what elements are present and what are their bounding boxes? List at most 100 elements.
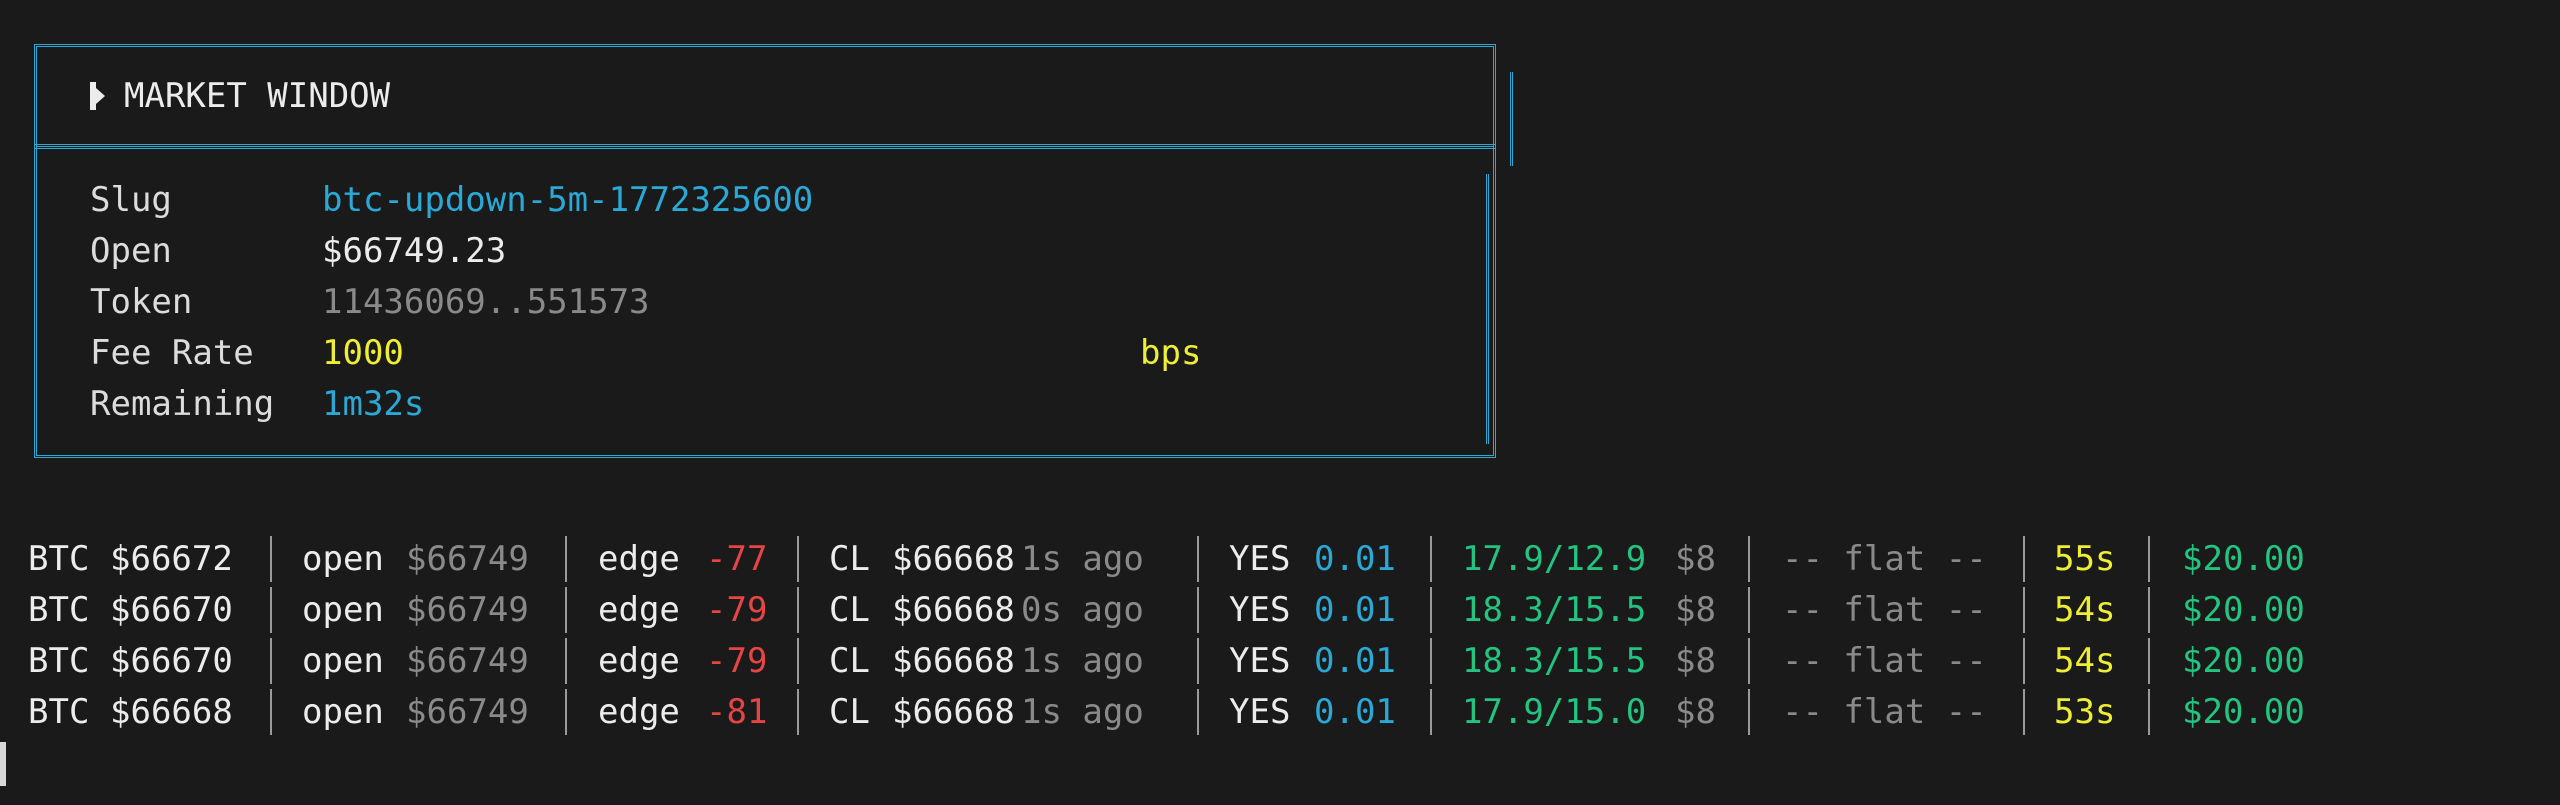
edge-label: edge [598,641,680,681]
signal-text: -- flat -- [1782,641,1987,681]
log-row: BTC $66668 open $66749 edge -81 CL $66668 1s ago… [0,687,2560,738]
cl-price: $66668 [892,641,1015,681]
column-separator [797,587,799,633]
btc-price: $66668 [110,692,233,732]
field-label: Fee Rate [90,333,254,373]
btc-price: $66672 [110,539,233,579]
open-price: $66749 [406,692,529,732]
edge-value: -81 [706,692,768,732]
edge-value: -79 [706,641,768,681]
terminal-cursor [0,742,6,786]
cl-age: 0s ago [1021,590,1144,630]
ratio-value: 18.3/15.5 [1462,641,1647,681]
countdown-value: 54s [2054,590,2116,630]
column-separator [2148,638,2150,684]
column-separator [1197,638,1199,684]
edge-label: edge [598,539,680,579]
panel-edge-glyph [1510,72,1519,166]
edge-value: -77 [706,539,768,579]
column-separator [1430,587,1432,633]
edge-label: edge [598,590,680,630]
fee-rate-unit: bps [1140,333,1202,373]
open-value: $66749.23 [322,231,507,271]
remaining-value: 1m32s [322,384,425,424]
column-separator [2148,587,2150,633]
open-label: open [302,590,384,630]
column-separator [270,536,272,582]
log-row: BTC $66670 open $66749 edge -79 CL $66668 0s ago… [0,585,2560,636]
field-row-token: Token 11436069..551573 [90,280,650,324]
btc-label: BTC [28,539,90,579]
field-row-fee-rate: Fee Rate 1000 bps [90,331,1390,375]
panel-title-text: MARKET WINDOW [124,76,391,116]
stake-value: $8 [1675,641,1716,681]
panel-edge-glyph [1486,174,1495,444]
ratio-value: 17.9/12.9 [1462,539,1647,579]
cl-age: 1s ago [1021,641,1144,681]
column-separator [797,689,799,735]
cl-label: CL [829,590,870,630]
column-separator [1748,536,1750,582]
side-price: 0.01 [1314,692,1396,732]
column-separator [797,638,799,684]
column-separator [1430,536,1432,582]
balance-value: $20.00 [2182,590,2305,630]
column-separator [1197,536,1199,582]
field-row-remaining: Remaining 1m32s [90,382,424,426]
column-separator [565,587,567,633]
side-label: YES [1229,692,1291,732]
column-separator [2023,536,2025,582]
field-label: Remaining [90,384,275,424]
countdown-value: 55s [2054,539,2116,579]
cl-price: $66668 [892,590,1015,630]
play-marker-icon [90,80,105,112]
cl-age: 1s ago [1021,539,1144,579]
side-price: 0.01 [1314,539,1396,579]
cl-label: CL [829,539,870,579]
panel-title: MARKET WINDOW [90,76,390,116]
cl-price: $66668 [892,539,1015,579]
column-separator [2148,536,2150,582]
column-separator [270,587,272,633]
stake-value: $8 [1675,590,1716,630]
countdown-value: 54s [2054,641,2116,681]
cl-label: CL [829,692,870,732]
signal-text: -- flat -- [1782,590,1987,630]
column-separator [2023,587,2025,633]
stake-value: $8 [1675,692,1716,732]
ratio-value: 18.3/15.5 [1462,590,1647,630]
open-label: open [302,641,384,681]
field-label: Open [90,231,172,271]
btc-price: $66670 [110,641,233,681]
fee-rate-value: 1000 [322,333,404,373]
column-separator [1430,638,1432,684]
btc-price: $66670 [110,590,233,630]
balance-value: $20.00 [2182,641,2305,681]
column-separator [1430,689,1432,735]
column-separator [2023,638,2025,684]
open-label: open [302,692,384,732]
balance-value: $20.00 [2182,692,2305,732]
open-price: $66749 [406,641,529,681]
open-price: $66749 [406,590,529,630]
column-separator [1748,587,1750,633]
side-label: YES [1229,641,1291,681]
side-price: 0.01 [1314,590,1396,630]
token-value: 11436069..551573 [322,282,650,322]
column-separator [1748,689,1750,735]
field-row-slug: Slug btc-updown-5m-1772325600 [90,178,813,222]
field-label: Token [90,282,193,322]
balance-value: $20.00 [2182,539,2305,579]
column-separator [2148,689,2150,735]
open-price: $66749 [406,539,529,579]
field-label: Slug [90,180,172,220]
column-separator [1748,638,1750,684]
signal-text: -- flat -- [1782,692,1987,732]
log-row: BTC $66670 open $66749 edge -79 CL $66668 1s ago… [0,636,2560,687]
side-label: YES [1229,539,1291,579]
column-separator [270,689,272,735]
column-separator [270,638,272,684]
column-separator [565,689,567,735]
column-separator [1197,587,1199,633]
countdown-value: 53s [2054,692,2116,732]
